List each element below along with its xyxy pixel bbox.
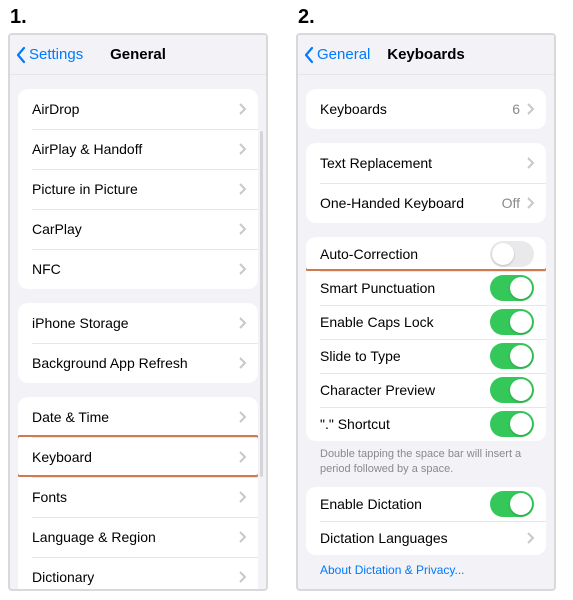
row-dictation-languages[interactable]: Dictation Languages — [306, 521, 546, 555]
row-autocorrection[interactable]: Auto-Correction — [306, 237, 546, 271]
row-label: Language & Region — [32, 529, 238, 545]
chevron-right-icon — [238, 103, 246, 115]
chevron-left-icon — [304, 46, 315, 64]
toggle-capslock[interactable] — [490, 309, 534, 335]
row-label: Text Replacement — [320, 155, 526, 171]
chevron-right-icon — [238, 183, 246, 195]
phone-screen-keyboards: General Keyboards Keyboards 6 Text Repla… — [296, 33, 556, 591]
row-label: Smart Punctuation — [320, 280, 490, 296]
row-datetime[interactable]: Date & Time — [18, 397, 258, 437]
row-smartpunct[interactable]: Smart Punctuation — [306, 271, 546, 305]
chevron-right-icon — [238, 143, 246, 155]
chevron-right-icon — [526, 197, 534, 209]
row-slidetype[interactable]: Slide to Type — [306, 339, 546, 373]
row-label: AirDrop — [32, 101, 238, 117]
chevron-right-icon — [238, 531, 246, 543]
row-label: Dictation Languages — [320, 530, 526, 546]
keyboards-group: Keyboards 6 — [306, 89, 546, 129]
back-button[interactable]: General — [298, 46, 370, 64]
row-carplay[interactable]: CarPlay — [18, 209, 258, 249]
row-label: Auto-Correction — [320, 246, 490, 262]
row-language[interactable]: Language & Region — [18, 517, 258, 557]
chevron-right-icon — [238, 357, 246, 369]
row-periodshortcut[interactable]: "." Shortcut — [306, 407, 546, 441]
row-pip[interactable]: Picture in Picture — [18, 169, 258, 209]
row-value: 6 — [512, 101, 520, 117]
chevron-right-icon — [526, 157, 534, 169]
row-label: Date & Time — [32, 409, 238, 425]
row-keyboard[interactable]: Keyboard — [18, 437, 258, 477]
toggle-periodshortcut[interactable] — [490, 411, 534, 437]
toggle-dictation[interactable] — [490, 491, 534, 517]
navbar: General Keyboards — [298, 35, 554, 75]
back-label: General — [317, 46, 370, 63]
section-header-langs: ENGLISH AND FRENCH — [298, 583, 554, 591]
row-label: iPhone Storage — [32, 315, 238, 331]
row-keyboards[interactable]: Keyboards 6 — [306, 89, 546, 129]
row-airplay[interactable]: AirPlay & Handoff — [18, 129, 258, 169]
settings-group-connectivity: AirDrop AirPlay & Handoff Picture in Pic… — [18, 89, 258, 289]
navbar: Settings General — [10, 35, 266, 75]
typing-footer-note: Double tapping the space bar will insert… — [298, 441, 554, 477]
row-label: AirPlay & Handoff — [32, 141, 238, 157]
toggle-smartpunct[interactable] — [490, 275, 534, 301]
toggle-slidetype[interactable] — [490, 343, 534, 369]
row-onehanded[interactable]: One-Handed KeyboardOff — [306, 183, 546, 223]
row-label: Fonts — [32, 489, 238, 505]
step-number-2: 2. — [298, 6, 556, 29]
row-label: One-Handed Keyboard — [320, 195, 502, 211]
chevron-right-icon — [238, 491, 246, 503]
settings-group-locale: Date & Time Keyboard Fonts Language & Re… — [18, 397, 258, 591]
row-label: Dictionary — [32, 569, 238, 585]
row-label: Slide to Type — [320, 348, 490, 364]
row-fonts[interactable]: Fonts — [18, 477, 258, 517]
phone-screen-general: Settings General AirDrop AirPlay & Hando… — [8, 33, 268, 591]
toggle-autocorrection[interactable] — [490, 241, 534, 267]
back-button[interactable]: Settings — [10, 46, 83, 64]
text-group: Text Replacement One-Handed KeyboardOff — [306, 143, 546, 223]
back-label: Settings — [29, 46, 83, 63]
row-dictionary[interactable]: Dictionary — [18, 557, 258, 591]
row-label: "." Shortcut — [320, 416, 490, 432]
typing-group: Auto-Correction Smart Punctuation Enable… — [306, 237, 546, 441]
row-label: Character Preview — [320, 382, 490, 398]
chevron-left-icon — [16, 46, 27, 64]
row-label: Enable Caps Lock — [320, 314, 490, 330]
dictation-privacy-link[interactable]: About Dictation & Privacy... — [298, 555, 554, 583]
row-charpreview[interactable]: Character Preview — [306, 373, 546, 407]
step-number-1: 1. — [10, 6, 268, 29]
chevron-right-icon — [238, 571, 246, 583]
chevron-right-icon — [238, 411, 246, 423]
chevron-right-icon — [238, 317, 246, 329]
row-text-replacement[interactable]: Text Replacement — [306, 143, 546, 183]
dictation-group: Enable Dictation Dictation Languages — [306, 487, 546, 555]
chevron-right-icon — [238, 263, 246, 275]
row-label: Keyboard — [32, 449, 238, 465]
row-label: Background App Refresh — [32, 355, 238, 371]
row-nfc[interactable]: NFC — [18, 249, 258, 289]
chevron-right-icon — [238, 451, 246, 463]
chevron-right-icon — [526, 103, 534, 115]
chevron-right-icon — [238, 223, 246, 235]
row-enable-dictation[interactable]: Enable Dictation — [306, 487, 546, 521]
row-capslock[interactable]: Enable Caps Lock — [306, 305, 546, 339]
row-label: Keyboards — [320, 101, 512, 117]
row-value: Off — [502, 195, 520, 211]
row-label: Picture in Picture — [32, 181, 238, 197]
row-bgrefresh[interactable]: Background App Refresh — [18, 343, 258, 383]
chevron-right-icon — [526, 532, 534, 544]
toggle-charpreview[interactable] — [490, 377, 534, 403]
row-airdrop[interactable]: AirDrop — [18, 89, 258, 129]
row-storage[interactable]: iPhone Storage — [18, 303, 258, 343]
scroll-indicator — [260, 131, 263, 477]
row-label: Enable Dictation — [320, 496, 490, 512]
settings-group-storage: iPhone Storage Background App Refresh — [18, 303, 258, 383]
row-label: NFC — [32, 261, 238, 277]
row-label: CarPlay — [32, 221, 238, 237]
